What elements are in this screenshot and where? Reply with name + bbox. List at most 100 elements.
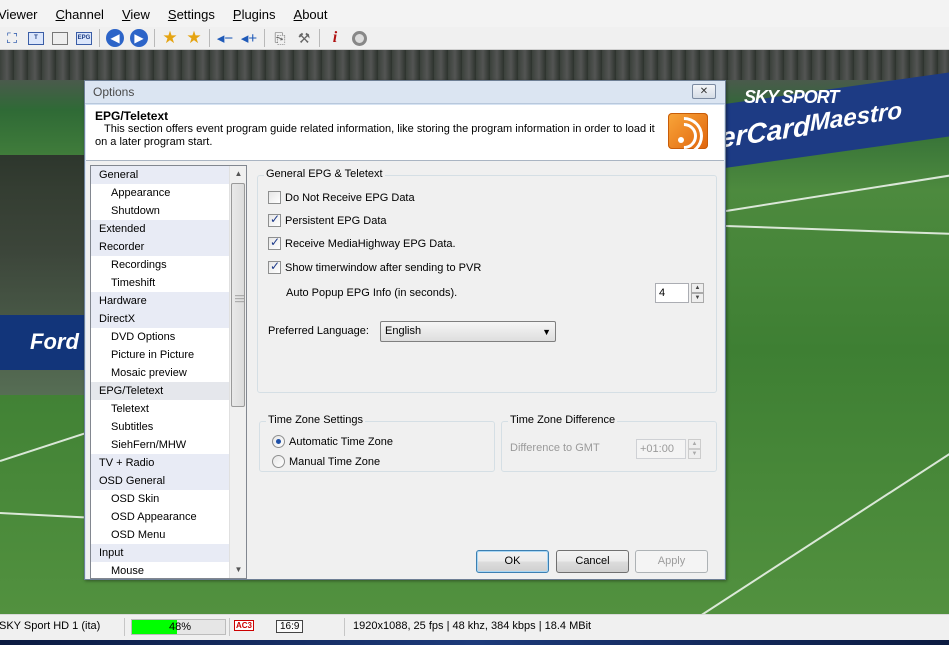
tree-item[interactable]: OSD Menu: [91, 526, 246, 544]
menu-bar: Viewer Channel View Settings Plugins Abo…: [0, 0, 949, 27]
volume-up-icon[interactable]: ◂+: [240, 29, 258, 47]
option-no-epg[interactable]: Do Not Receive EPG Data: [268, 191, 415, 204]
channel-name: SKY Sport HD 1 (ita): [0, 620, 101, 632]
tree-item[interactable]: Picture in Picture: [91, 346, 246, 364]
menu-channel-rest: hannel: [64, 7, 104, 22]
checkbox-no-epg[interactable]: [268, 191, 281, 204]
menu-viewer[interactable]: Viewer: [0, 0, 47, 27]
popup-seconds-stepper[interactable]: 4 ▲ ▼: [655, 283, 704, 303]
info-icon[interactable]: i: [326, 29, 344, 47]
favorite-icon[interactable]: ★: [161, 28, 179, 47]
status-separator: [124, 618, 125, 636]
teletext-icon[interactable]: T: [27, 29, 45, 47]
tree-category[interactable]: TV + Radio: [91, 454, 246, 472]
radio-auto-timezone[interactable]: [272, 435, 285, 448]
fullscreen-icon[interactable]: ⛶: [3, 29, 21, 47]
menu-plugins[interactable]: Plugins: [224, 0, 285, 27]
tree-category[interactable]: Extended: [91, 220, 246, 238]
menu-view[interactable]: View: [113, 0, 159, 27]
tree-item[interactable]: SiehFern/MHW: [91, 436, 246, 454]
favorite-add-icon[interactable]: ★: [185, 28, 203, 47]
ok-button[interactable]: OK: [476, 550, 549, 573]
language-select[interactable]: English ▼: [380, 321, 556, 342]
menu-channel[interactable]: Channel: [47, 0, 113, 27]
tree-item[interactable]: Subtitles: [91, 418, 246, 436]
record-icon[interactable]: ⎘: [271, 29, 289, 47]
tree-category[interactable]: OSD General: [91, 472, 246, 490]
scroll-thumb[interactable]: — — —: [231, 183, 245, 407]
popup-label: Auto Popup EPG Info (in seconds).: [286, 287, 457, 299]
radio-manual-timezone-row[interactable]: Manual Time Zone: [272, 455, 380, 468]
tree-item[interactable]: Recordings: [91, 256, 246, 274]
option-timerwindow[interactable]: Show timerwindow after sending to PVR: [268, 259, 481, 274]
menu-about[interactable]: About: [285, 0, 337, 27]
tree-item[interactable]: Shutdown: [91, 202, 246, 220]
language-label-text: Preferred Language:: [268, 325, 369, 337]
tree-item[interactable]: DVD Options: [91, 328, 246, 346]
taskbar-strip: [0, 640, 949, 645]
dialog-titlebar[interactable]: Options ✕: [85, 81, 725, 104]
toolbar-separator: [154, 29, 155, 47]
pitch-line: [725, 172, 949, 212]
stream-info: 1920x1088, 25 fps | 48 khz, 384 kbps | 1…: [353, 620, 592, 632]
screen-icon[interactable]: [51, 29, 69, 47]
tree-category[interactable]: DirectX: [91, 310, 246, 328]
checkbox-persistent-epg[interactable]: [268, 212, 281, 227]
tree-item[interactable]: Teletext: [91, 400, 246, 418]
menu-settings[interactable]: Settings: [159, 0, 224, 27]
toolbar-separator: [319, 29, 320, 47]
tree-item[interactable]: Timeshift: [91, 274, 246, 292]
tools-icon[interactable]: ⚒: [295, 29, 313, 47]
pitch-line: [725, 225, 949, 236]
apply-button[interactable]: Apply: [635, 550, 708, 573]
checkbox-mediahighway[interactable]: [268, 235, 281, 250]
status-separator: [344, 618, 345, 636]
tree-item[interactable]: OSD Skin: [91, 490, 246, 508]
tree-item[interactable]: Mouse: [91, 562, 246, 578]
disc-icon[interactable]: [350, 29, 368, 47]
tree-category[interactable]: General: [91, 166, 246, 184]
dropdown-arrow-icon: ▼: [542, 327, 551, 337]
menu-about-rest: bout: [302, 7, 328, 22]
aspect-ratio-badge[interactable]: 16:9: [276, 620, 304, 633]
tree-scrollbar[interactable]: ▲ — — — ▼: [229, 166, 246, 578]
timezone-group-legend: Time Zone Settings: [266, 414, 365, 426]
forward-icon[interactable]: ▶: [130, 29, 148, 47]
radio-manual-timezone[interactable]: [272, 455, 285, 468]
option-mediahighway[interactable]: Receive MediaHighway EPG Data.: [268, 235, 456, 250]
dialog-body: EPG/Teletext This section offers event p…: [86, 105, 724, 579]
popup-seconds-buttons: ▲ ▼: [691, 283, 704, 303]
tree-category[interactable]: Hardware: [91, 292, 246, 310]
option-persistent-epg[interactable]: Persistent EPG Data: [268, 212, 387, 227]
option-persistent-epg-label: Persistent EPG Data: [285, 214, 387, 227]
checkbox-timerwindow[interactable]: [268, 259, 281, 274]
status-separator: [229, 618, 230, 636]
radio-auto-timezone-row[interactable]: Automatic Time Zone: [272, 435, 393, 448]
chevron-up-icon[interactable]: ▲: [691, 283, 704, 293]
chevron-down-icon[interactable]: ▼: [691, 293, 704, 303]
tree-category[interactable]: EPG/Teletext: [91, 382, 246, 400]
toolbar-separator: [99, 29, 100, 47]
signal-strength-label: 48%: [169, 621, 192, 633]
tree-category[interactable]: Recorder: [91, 238, 246, 256]
scroll-up-icon[interactable]: ▲: [230, 166, 246, 182]
section-description: This section offers event program guide …: [95, 123, 655, 149]
tree-item[interactable]: OSD Appearance: [91, 508, 246, 526]
tree-item[interactable]: Appearance: [91, 184, 246, 202]
epg-icon[interactable]: EPG: [75, 29, 93, 47]
menu-plugins-key: P: [232, 7, 242, 22]
section-description-line1: This section offers event program guide …: [104, 123, 655, 135]
close-button[interactable]: ✕: [692, 84, 716, 99]
stadium-stand: [0, 50, 949, 80]
options-dialog: Options ✕ EPG/Teletext This section offe…: [84, 80, 726, 580]
cancel-button[interactable]: Cancel: [556, 550, 629, 573]
volume-down-icon[interactable]: ◂−: [216, 29, 234, 47]
ford-adboard: Ford: [0, 315, 85, 370]
pitch-line: [0, 512, 84, 519]
back-icon[interactable]: ◀: [106, 29, 124, 47]
popup-seconds-value[interactable]: 4: [655, 283, 689, 303]
radio-auto-timezone-label: Automatic Time Zone: [289, 435, 393, 448]
tree-category[interactable]: Input: [91, 544, 246, 562]
tree-item[interactable]: Mosaic preview: [91, 364, 246, 382]
scroll-down-icon[interactable]: ▼: [230, 562, 246, 578]
